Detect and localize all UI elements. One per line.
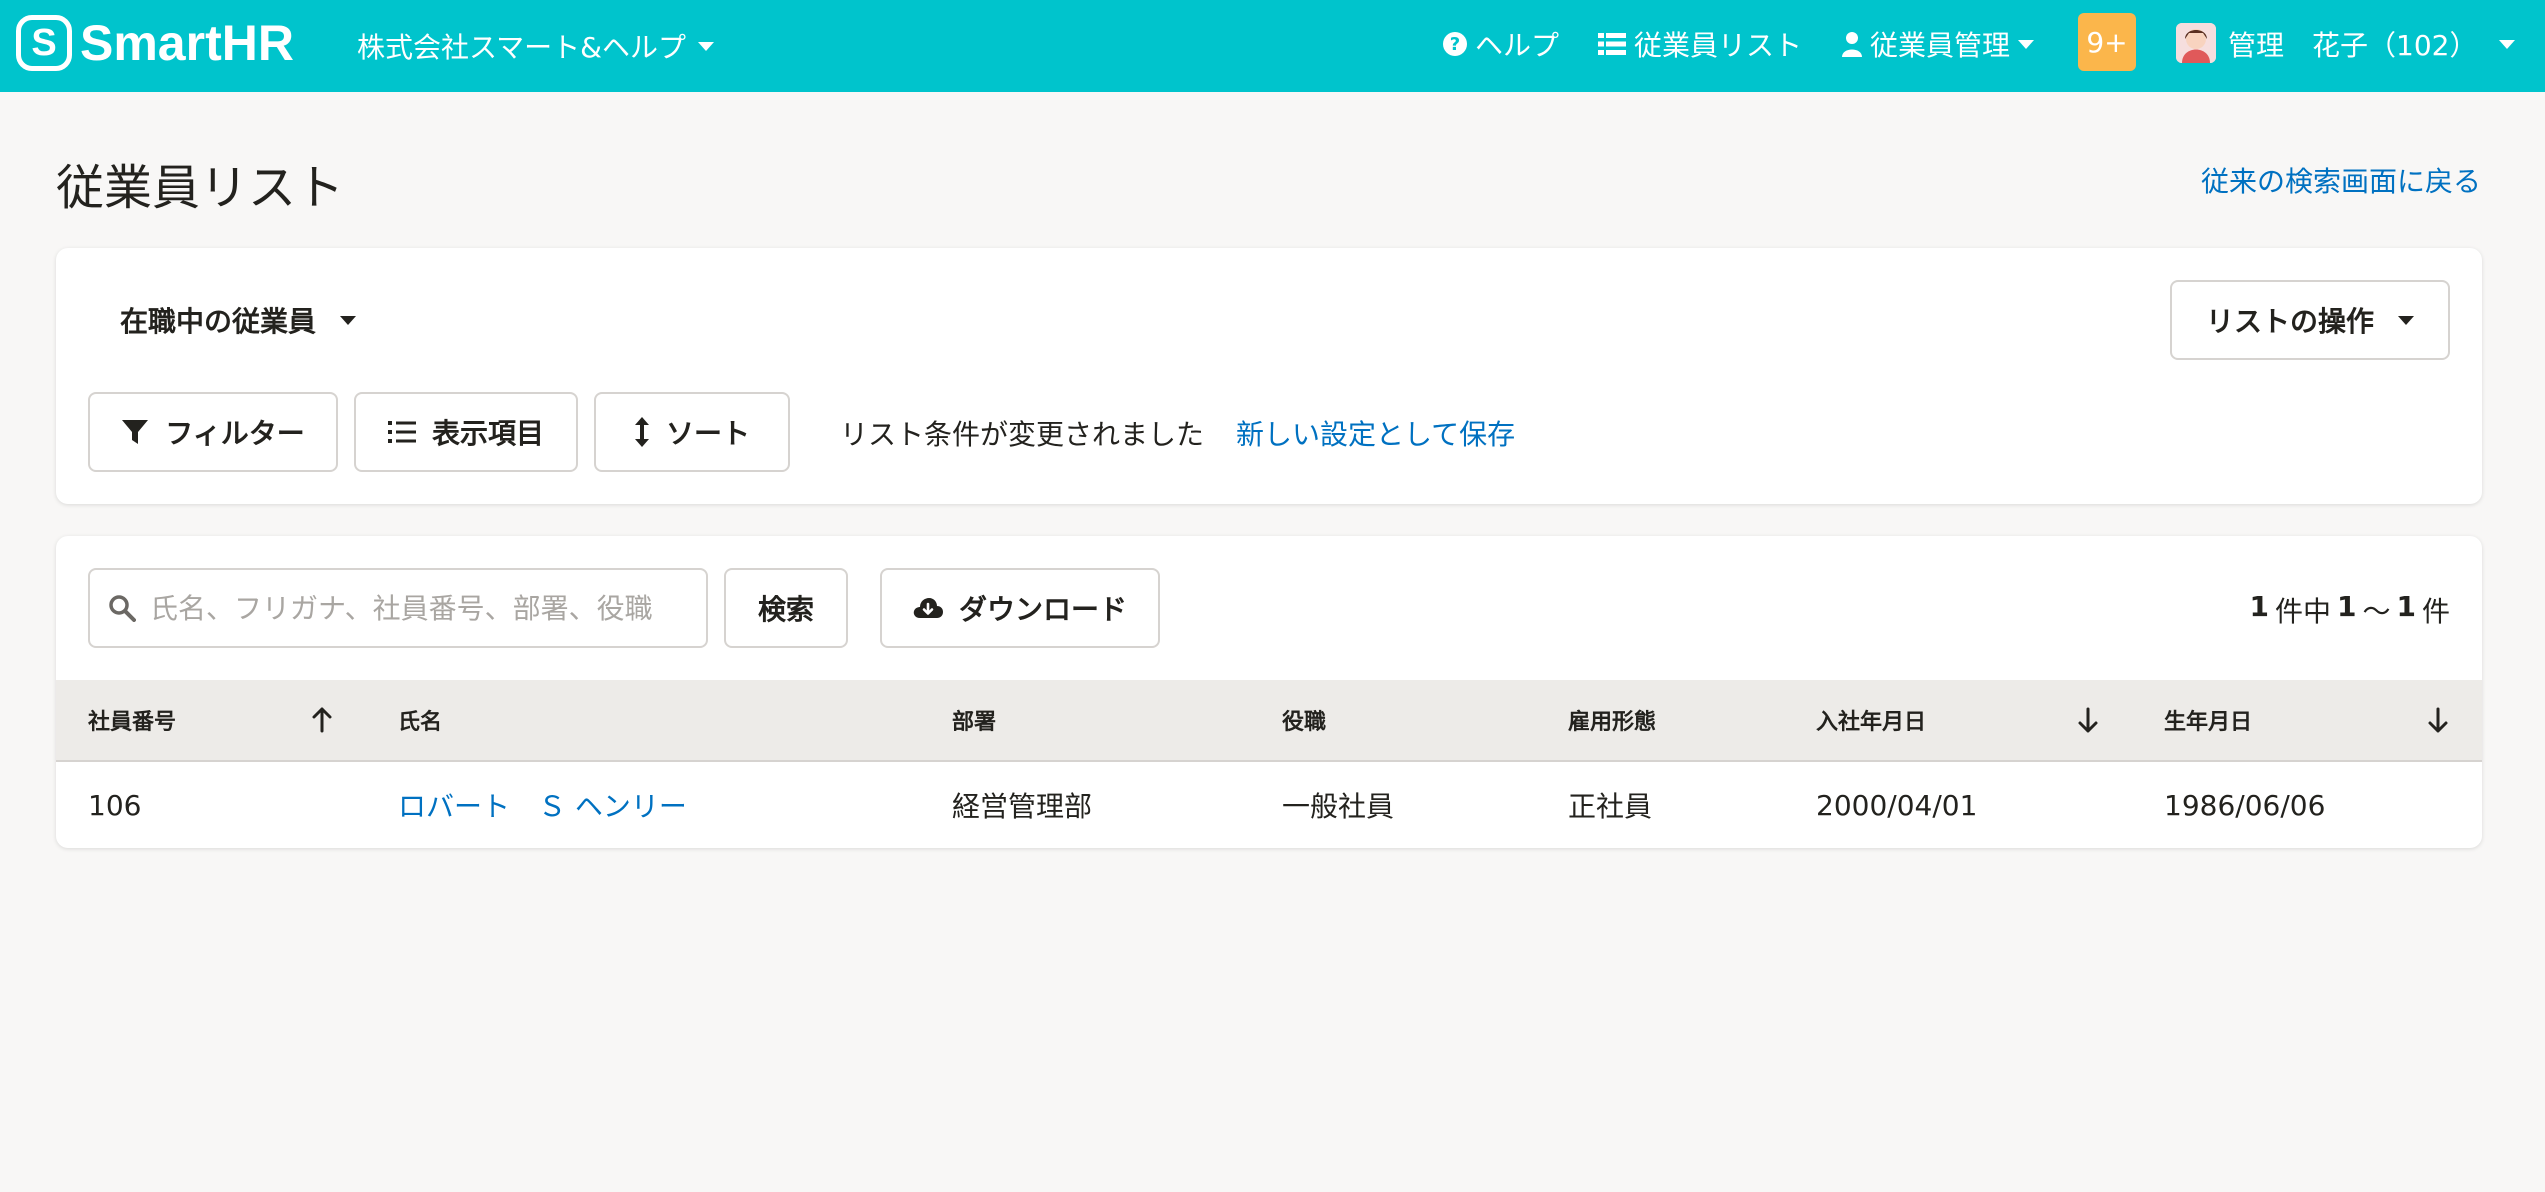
cell-employment-type: 正社員: [1568, 790, 1653, 823]
nav-help[interactable]: ? ヘルプ: [1443, 24, 1559, 64]
search-input[interactable]: [150, 591, 670, 625]
list-settings-panel: 在職中の従業員 リストの操作 フィルター 表示項目 ソート リスト条件が変更され…: [56, 248, 2482, 504]
sort-button[interactable]: ソート: [594, 392, 790, 472]
employee-status-select[interactable]: 在職中の従業員: [120, 300, 357, 340]
company-switcher[interactable]: 株式会社スマート&ヘルプ: [357, 26, 714, 66]
nav-employee-management-label: 従業員管理: [1870, 29, 2011, 62]
column-header-join-date[interactable]: 入社年月日: [1816, 680, 1926, 760]
search-box[interactable]: [88, 568, 708, 648]
result-separator: ～: [2362, 595, 2391, 628]
arrow-up-icon[interactable]: [310, 706, 334, 734]
list-operations-label: リストの操作: [2205, 305, 2374, 338]
employee-status-label: 在職中の従業員: [120, 305, 317, 338]
employee-list-panel: 検索 ダウンロード 1 件中 1 ～ 1 件 社員番号 氏名 部署 役職 雇用形…: [56, 536, 2482, 848]
back-to-legacy-search-link[interactable]: 従来の検索画面に戻る: [2201, 160, 2481, 200]
logo-mark-icon: S: [16, 15, 72, 71]
conditions-changed-message: リスト条件が変更されました: [840, 418, 1205, 451]
sort-button-label: ソート: [665, 417, 750, 450]
notification-badge[interactable]: 9+: [2078, 13, 2136, 71]
display-columns-button[interactable]: 表示項目: [354, 392, 578, 472]
filter-icon: [122, 420, 149, 444]
column-header-employee-no[interactable]: 社員番号: [88, 680, 176, 760]
save-as-new-setting-link[interactable]: 新しい設定として保存: [1236, 413, 1515, 453]
cell-birth-date: 1986/06/06: [2164, 788, 2326, 822]
cloud-download-icon: [913, 598, 943, 618]
list-operations-button[interactable]: リストの操作: [2170, 280, 2450, 360]
result-total: 1: [2249, 590, 2269, 623]
chevron-down-icon: [2398, 315, 2414, 325]
search-button[interactable]: 検索: [724, 568, 848, 648]
cell-join-date: 2000/04/01: [1816, 788, 1978, 822]
company-name: 株式会社スマート&ヘルプ: [357, 31, 686, 64]
avatar[interactable]: [2176, 23, 2216, 63]
list-icon: [1598, 33, 1626, 55]
display-columns-label: 表示項目: [431, 417, 544, 450]
cell-employee-name-link[interactable]: ロバート Ｓ ヘンリー: [398, 762, 687, 848]
result-count: 1 件中 1 ～ 1 件: [2250, 590, 2451, 630]
column-header-position[interactable]: 役職: [1282, 680, 1326, 760]
nav-help-label: ヘルプ: [1475, 29, 1560, 62]
user-name: 管理 花子（102）: [2228, 29, 2478, 62]
nav-employee-list[interactable]: 従業員リスト: [1598, 24, 1802, 64]
download-button[interactable]: ダウンロード: [880, 568, 1160, 648]
nav-employee-list-label: 従業員リスト: [1634, 29, 1803, 62]
top-header: S SmartHR 株式会社スマート&ヘルプ ? ヘルプ 従業員リスト 従業員管…: [0, 0, 2545, 92]
chevron-down-icon: [2018, 39, 2035, 49]
smarthr-logo[interactable]: S SmartHR: [16, 14, 294, 72]
result-from: 1: [2337, 590, 2357, 623]
result-unit-a: 件中: [2274, 595, 2331, 628]
column-header-department[interactable]: 部署: [952, 680, 996, 760]
chevron-down-icon: [698, 41, 714, 51]
cell-department: 経営管理部: [952, 790, 1093, 823]
search-icon: [109, 595, 136, 622]
list-bullets-icon: [387, 421, 416, 443]
question-circle-icon: ?: [1443, 32, 1467, 56]
cell-employee-no: 106: [88, 788, 142, 822]
column-header-birth-date[interactable]: 生年月日: [2164, 680, 2252, 760]
result-unit-b: 件: [2421, 595, 2450, 628]
nav-employee-management[interactable]: 従業員管理: [1842, 24, 2035, 64]
result-to: 1: [2396, 590, 2416, 623]
user-menu[interactable]: 管理 花子（102）: [2228, 24, 2516, 64]
arrow-down-icon[interactable]: [2426, 706, 2450, 734]
filter-button-label: フィルター: [165, 417, 305, 450]
page-title: 従業員リスト: [56, 160, 345, 216]
filter-button[interactable]: フィルター: [88, 392, 338, 472]
chevron-down-icon: [2499, 39, 2516, 49]
sort-vertical-icon: [634, 417, 649, 447]
column-header-employment-type[interactable]: 雇用形態: [1568, 680, 1656, 760]
avatar-image: [2176, 23, 2216, 63]
arrow-down-icon[interactable]: [2076, 706, 2100, 734]
search-button-label: 検索: [757, 593, 814, 626]
logo-text: SmartHR: [80, 15, 294, 71]
person-icon: [1842, 32, 1862, 57]
chevron-down-icon: [340, 315, 357, 325]
column-header-name[interactable]: 氏名: [398, 680, 442, 760]
table-row: 106 ロバート Ｓ ヘンリー 経営管理部 一般社員 正社員 2000/04/0…: [56, 762, 2482, 848]
cell-position: 一般社員: [1282, 790, 1395, 823]
download-button-label: ダウンロード: [958, 593, 1127, 626]
table-header: 社員番号 氏名 部署 役職 雇用形態 入社年月日 生年月日: [56, 680, 2482, 762]
